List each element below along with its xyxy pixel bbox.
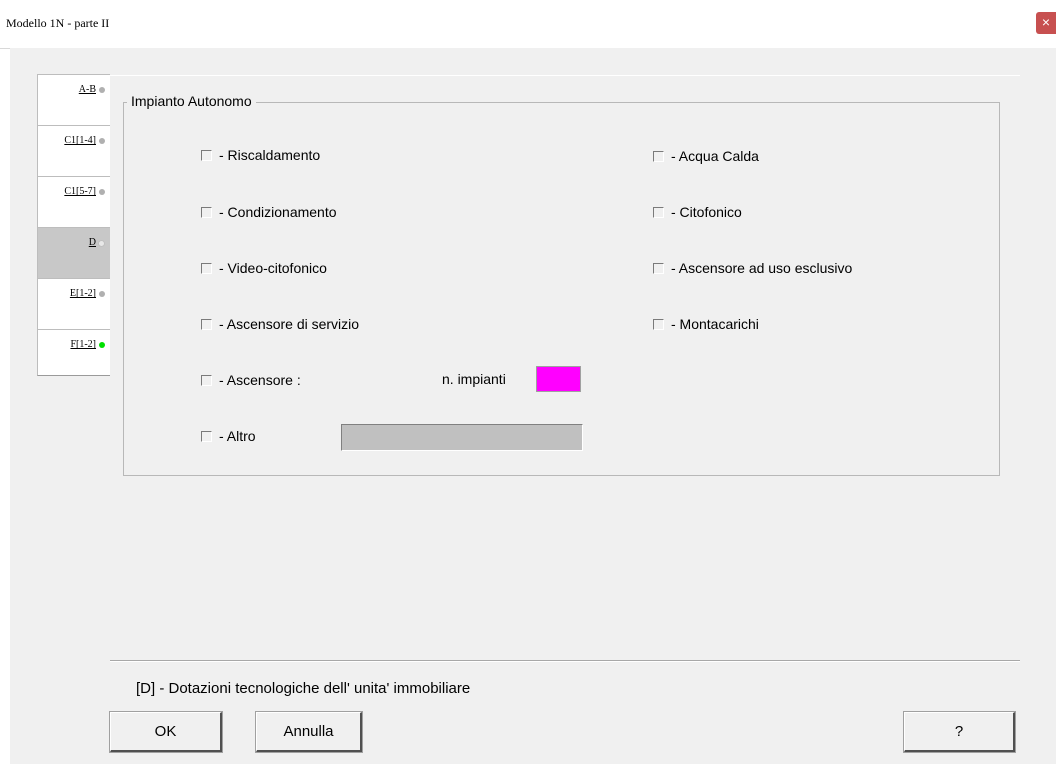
title-bar: Modello 1N - parte II × — [0, 0, 1056, 49]
bottom-divider — [110, 660, 1020, 661]
checkbox-icon[interactable] — [201, 150, 212, 161]
group-title: Impianto Autonomo — [127, 93, 256, 109]
checkbox-altro[interactable]: - Altro — [201, 427, 256, 445]
checkbox-icon[interactable] — [201, 207, 212, 218]
checkbox-icon[interactable] — [201, 431, 212, 442]
tab-c1-1-4[interactable]: C1[1-4] — [38, 126, 110, 177]
checkbox-label: - Citofonico — [671, 204, 742, 220]
ok-button[interactable]: OK — [109, 711, 223, 753]
tab-a-b[interactable]: A-B — [38, 75, 110, 126]
close-button[interactable]: × — [1036, 12, 1056, 34]
checkbox-label: - Acqua Calda — [671, 148, 759, 164]
status-dot-icon — [99, 342, 105, 348]
status-dot-icon — [98, 240, 105, 247]
section-tabs: A-B C1[1-4] C1[5-7] D E[1-2] F[1-2] — [37, 74, 110, 376]
checkbox-icon[interactable] — [653, 263, 664, 274]
tab-label: F[1-2] — [70, 339, 96, 350]
n-impianti-input[interactable] — [536, 366, 581, 392]
checkbox-riscaldamento[interactable]: - Riscaldamento — [201, 146, 320, 164]
checkbox-label: - Ascensore di servizio — [219, 316, 360, 332]
status-dot-icon — [99, 291, 105, 297]
tab-e-1-2[interactable]: E[1-2] — [38, 279, 110, 330]
tab-d[interactable]: D — [38, 228, 110, 279]
checkbox-label: - Ascensore ad uso esclusivo — [671, 260, 853, 276]
status-dot-icon — [99, 138, 105, 144]
checkbox-label: - Montacarichi — [671, 316, 759, 332]
checkbox-acqua-calda[interactable]: - Acqua Calda — [653, 147, 759, 165]
window-title: Modello 1N - parte II — [6, 16, 110, 30]
section-description: [D] - Dotazioni tecnologiche dell' unita… — [136, 680, 471, 697]
altro-input[interactable] — [341, 424, 583, 451]
n-impianti-label: n. impianti — [442, 371, 506, 387]
help-button[interactable]: ? — [903, 711, 1016, 753]
checkbox-ascensore-servizio[interactable]: - Ascensore di servizio — [201, 315, 359, 333]
checkbox-montacarichi[interactable]: - Montacarichi — [653, 315, 759, 333]
top-divider — [110, 75, 1020, 76]
checkbox-label: - Altro — [219, 428, 256, 444]
checkbox-video-citofonico[interactable]: - Video-citofonico — [201, 259, 327, 277]
checkbox-icon[interactable] — [201, 319, 212, 330]
cancel-button[interactable]: Annulla — [255, 711, 363, 753]
status-dot-icon — [99, 189, 105, 195]
checkbox-icon[interactable] — [653, 207, 664, 218]
checkbox-label: - Video-citofonico — [219, 260, 327, 276]
tab-label: D — [88, 237, 96, 248]
checkbox-condizionamento[interactable]: - Condizionamento — [201, 203, 337, 221]
checkbox-icon[interactable] — [653, 151, 664, 162]
checkbox-ascensore-esclusivo[interactable]: - Ascensore ad uso esclusivo — [653, 259, 852, 277]
tab-label: A-B — [78, 84, 96, 95]
tab-c1-5-7[interactable]: C1[5-7] — [38, 177, 110, 228]
checkbox-icon[interactable] — [201, 375, 212, 386]
tab-label: C1[5-7] — [64, 186, 96, 197]
tab-f-1-2[interactable]: F[1-2] — [38, 330, 110, 381]
checkbox-label: - Ascensore : — [219, 372, 301, 388]
checkbox-ascensore[interactable]: - Ascensore : — [201, 371, 301, 389]
checkbox-citofonico[interactable]: - Citofonico — [653, 203, 742, 221]
checkbox-icon[interactable] — [201, 263, 212, 274]
tab-label: E[1-2] — [69, 288, 96, 299]
checkbox-label: - Condizionamento — [219, 204, 337, 220]
tab-label: C1[1-4] — [64, 135, 96, 146]
status-dot-icon — [99, 87, 105, 93]
checkbox-icon[interactable] — [653, 319, 664, 330]
checkbox-label: - Riscaldamento — [219, 147, 321, 163]
